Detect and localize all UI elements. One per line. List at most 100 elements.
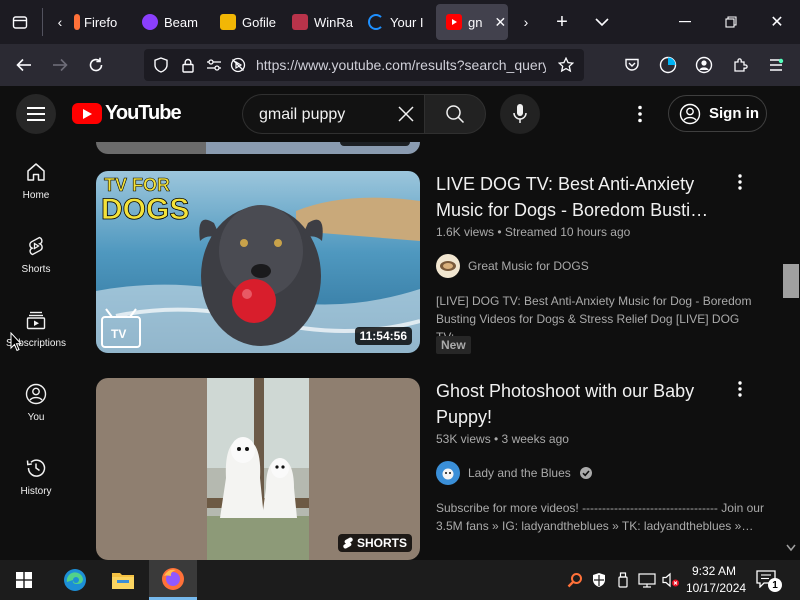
video-thumbnail-previous[interactable] (96, 142, 420, 154)
channel-avatar (436, 254, 460, 278)
duration-badge: 11:54:56 (354, 327, 412, 345)
new-badge: New (436, 336, 471, 354)
clock-date: 10/17/2024 (686, 581, 747, 595)
edge-taskbar-icon[interactable] (51, 560, 99, 600)
video-more-icon[interactable] (730, 172, 750, 192)
network-tray-icon[interactable] (638, 570, 656, 590)
extensions-icon[interactable] (727, 52, 753, 78)
video-title-link[interactable]: Ghost Photoshoot with our Baby Puppy! (436, 378, 726, 430)
usb-tray-icon[interactable] (614, 570, 632, 590)
thumb-text-tv-for: TV FOR (104, 175, 170, 195)
youtube-favicon-icon (446, 14, 462, 30)
url-text[interactable]: https://www.youtube.com/results?search_q… (256, 57, 546, 73)
tab-winrar[interactable]: WinRa (282, 4, 362, 40)
browser-nav-bar: https://www.youtube.com/results?search_q… (0, 44, 800, 86)
channel-name: Lady and the Blues (468, 466, 571, 480)
tab-gofile[interactable]: Gofile (210, 4, 290, 40)
scroll-tabs-right-icon[interactable]: › (514, 10, 538, 34)
tab-label: Beam (164, 14, 198, 30)
search-box (242, 94, 424, 134)
video-meta: 53K views • 3 weeks ago (436, 432, 569, 446)
sign-in-label: Sign in (709, 105, 759, 122)
sidebar-item-history[interactable]: History (0, 442, 72, 516)
forward-icon[interactable] (47, 52, 73, 78)
sidebar-label: Home (22, 190, 50, 201)
mouse-cursor-icon (10, 332, 22, 352)
ghost-puppy-thumbnail-image (96, 378, 420, 560)
close-tab-icon[interactable]: ✕ (494, 14, 506, 31)
search-button[interactable] (424, 94, 486, 134)
scroll-down-icon[interactable] (786, 544, 796, 552)
url-bar[interactable]: https://www.youtube.com/results?search_q… (144, 49, 584, 81)
sidebar-item-subscriptions[interactable]: Subscriptions (0, 294, 72, 368)
youtube-header: YouTube Sign in (0, 86, 800, 142)
file-explorer-taskbar-icon[interactable] (99, 560, 147, 600)
start-button[interactable] (0, 560, 48, 600)
windows-logo-icon (16, 572, 32, 588)
video-description: Subscribe for more videos! -------------… (436, 501, 764, 533)
autoplay-blocked-icon[interactable] (228, 55, 248, 75)
youtube-logo[interactable]: YouTube (72, 102, 182, 125)
tab-youtube-active[interactable]: gn ✕ (436, 4, 508, 40)
app-menu-icon[interactable] (763, 52, 789, 78)
minimize-icon[interactable] (671, 8, 699, 36)
firefox-favicon-icon (74, 14, 80, 30)
lock-icon[interactable] (178, 55, 198, 75)
volume-muted-tray-icon[interactable] (662, 570, 680, 590)
thumb-text-dogs: DOGS (101, 193, 189, 226)
history-icon (24, 456, 48, 480)
video-thumbnail-live-dog-tv[interactable]: TV FOR DOGS TV 11:54:56 (96, 171, 420, 353)
gofile-favicon-icon (220, 14, 236, 30)
account-icon[interactable] (691, 52, 717, 78)
list-all-tabs-icon[interactable] (590, 10, 614, 34)
sidebar-item-home[interactable]: Home (0, 146, 72, 220)
microphone-icon (513, 104, 527, 123)
tab-label: Firefo (84, 14, 118, 30)
tab-your[interactable]: Your I (358, 4, 430, 40)
search-icon (446, 105, 465, 124)
scrollbar-thumb[interactable] (783, 264, 799, 298)
menu-bar (27, 113, 45, 115)
reload-icon[interactable] (83, 52, 109, 78)
permissions-icon[interactable] (204, 55, 224, 75)
close-window-icon[interactable]: ✕ (763, 8, 791, 36)
back-icon[interactable] (11, 52, 37, 78)
pocket-icon[interactable] (619, 52, 645, 78)
tab-overview-icon[interactable] (8, 10, 32, 34)
clock[interactable]: 9:32 AM 10/17/2024 (686, 563, 747, 597)
video-more-icon[interactable] (730, 379, 750, 399)
sidebar-label: History (20, 486, 52, 497)
guide-menu-button[interactable] (16, 94, 56, 134)
clear-search-icon[interactable] (395, 103, 417, 125)
search-tray-icon[interactable] (566, 570, 584, 590)
restore-icon[interactable] (717, 8, 745, 36)
video-title-link[interactable]: LIVE DOG TV: Best Anti-Anxiety Music for… (436, 171, 726, 223)
channel-name: Great Music for DOGS (468, 259, 589, 273)
firefox-taskbar-icon[interactable] (149, 560, 197, 600)
search-input[interactable] (259, 104, 389, 126)
sidebar-item-shorts[interactable]: Shorts (0, 220, 72, 294)
shield-icon[interactable] (151, 55, 171, 75)
tab-divider (42, 8, 43, 36)
security-tray-icon[interactable] (590, 570, 608, 590)
page-scrollbar[interactable] (782, 142, 800, 560)
search-results: TV FOR DOGS TV 11:54:56 LIVE DOG TV: Bes… (72, 142, 782, 560)
channel-link[interactable]: Great Music for DOGS (436, 254, 589, 278)
channel-link[interactable]: Lady and the Blues (436, 461, 593, 485)
browser-tab-bar: ‹ Firefo Beam Gofile WinRa Your I gn ✕ ›… (0, 0, 800, 44)
extension-progress-icon[interactable] (655, 52, 681, 78)
voice-search-button[interactable] (500, 94, 540, 134)
video-thumbnail-ghost-photoshoot[interactable]: SHORTS (96, 378, 420, 560)
winrar-favicon-icon (292, 14, 308, 30)
settings-more-icon[interactable] (628, 102, 652, 126)
video-description: [LIVE] DOG TV: Best Anti-Anxiety Music f… (436, 294, 752, 344)
tab-beam[interactable]: Beam (132, 4, 212, 40)
sign-in-button[interactable]: Sign in (668, 95, 767, 132)
notifications-button[interactable]: 1 (756, 570, 782, 592)
tab-label: Gofile (242, 14, 276, 30)
bookmark-star-icon[interactable] (556, 55, 576, 75)
tab-firefox[interactable]: Firefo (64, 4, 136, 40)
new-tab-icon[interactable]: + (550, 10, 574, 34)
loading-favicon-icon (368, 14, 384, 30)
sidebar-item-you[interactable]: You (0, 368, 72, 442)
